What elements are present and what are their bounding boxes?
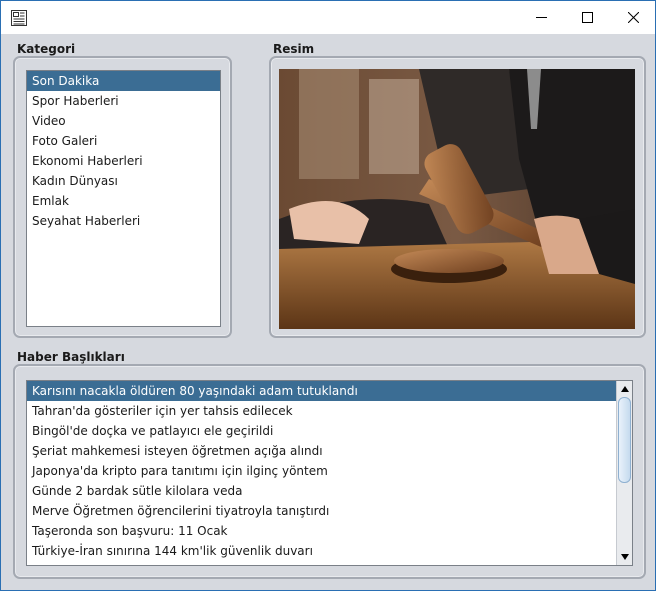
haber-title: Haber Başlıkları xyxy=(17,350,125,364)
haber-list[interactable]: Karısını nacakla öldüren 80 yaşındaki ad… xyxy=(26,380,633,566)
haber-list-item[interactable]: Merve Öğretmen öğrencilerini tiyatroyla … xyxy=(27,501,616,521)
kategori-list-item[interactable]: Video xyxy=(27,111,220,131)
haber-list-item[interactable]: Bingöl'de doçka ve patlayıcı ele geçiril… xyxy=(27,421,616,441)
app-window: Kategori Son Dakika Spor Haberleri Video Fo… xyxy=(0,0,656,591)
haber-items: Karısını nacakla öldüren 80 yaşındaki ad… xyxy=(27,381,616,561)
kategori-title: Kategori xyxy=(17,42,76,56)
scroll-thumb[interactable] xyxy=(618,397,631,483)
kategori-list-item[interactable]: Son Dakika xyxy=(27,71,220,91)
haber-list-item[interactable]: Tahran'da gösteriler için yer tahsis edi… xyxy=(27,401,616,421)
gavel-photo-image xyxy=(279,69,635,329)
kategori-panel: Son Dakika Spor Haberleri Video Foto Galeri… xyxy=(13,56,232,338)
title-bar[interactable] xyxy=(1,1,655,34)
minimize-icon xyxy=(535,17,547,18)
close-button[interactable] xyxy=(610,1,656,34)
haber-list-item[interactable]: Karısını nacakla öldüren 80 yaşındaki ad… xyxy=(27,381,616,401)
maximize-icon xyxy=(581,12,593,23)
scroll-up-icon xyxy=(620,386,629,392)
kategori-list-item[interactable]: Ekonomi Haberleri xyxy=(27,151,220,171)
haber-list-item[interactable]: Şeriat mahkemesi isteyen öğretmen açığa … xyxy=(27,441,616,461)
kategori-list-item[interactable]: Kadın Dünyası xyxy=(27,171,220,191)
haber-list-item[interactable]: Türkiye-İran sınırına 144 km'lik güvenli… xyxy=(27,541,616,561)
haber-list-item[interactable]: Taşeronda son başvuru: 11 Ocak xyxy=(27,521,616,541)
maximize-button[interactable] xyxy=(564,1,610,34)
haber-list-item[interactable]: Günde 2 bardak sütle kilolara veda xyxy=(27,481,616,501)
haber-list-item[interactable]: Japonya'da kripto para tanıtımı için ilg… xyxy=(27,461,616,481)
resim-title: Resim xyxy=(273,42,315,56)
haber-scrollbar[interactable] xyxy=(616,381,632,565)
client-area: Kategori Son Dakika Spor Haberleri Video Fo… xyxy=(1,34,655,590)
news-photo xyxy=(279,69,635,329)
scroll-down-button[interactable] xyxy=(617,549,632,565)
app-icon xyxy=(11,10,27,26)
close-icon xyxy=(627,12,639,23)
scroll-down-icon xyxy=(620,554,629,560)
kategori-list[interactable]: Son Dakika Spor Haberleri Video Foto Galeri… xyxy=(26,70,221,327)
kategori-list-item[interactable]: Spor Haberleri xyxy=(27,91,220,111)
kategori-list-item[interactable]: Seyahat Haberleri xyxy=(27,211,220,231)
kategori-list-item[interactable]: Foto Galeri xyxy=(27,131,220,151)
minimize-button[interactable] xyxy=(518,1,564,34)
kategori-list-item[interactable]: Emlak xyxy=(27,191,220,211)
haber-panel: Karısını nacakla öldüren 80 yaşındaki ad… xyxy=(13,364,646,579)
scroll-up-button[interactable] xyxy=(617,381,632,397)
